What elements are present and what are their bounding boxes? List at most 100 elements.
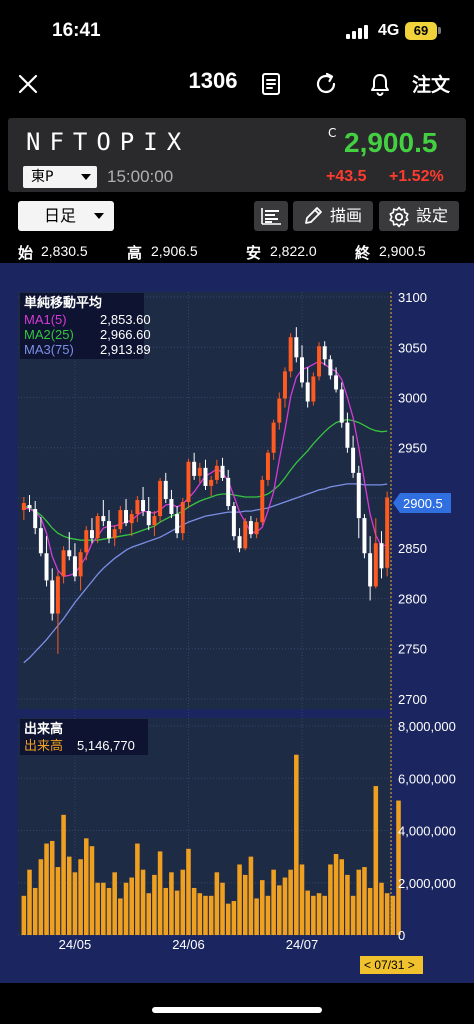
- settings-label: 設定: [416, 206, 449, 225]
- volume-tick-label: 6,000,000: [398, 771, 456, 786]
- caret-down-icon: [94, 213, 104, 219]
- volume-bar: [259, 880, 265, 935]
- candle-body: [214, 465, 219, 480]
- network-type: 4G: [378, 22, 400, 39]
- battery-level: 69: [413, 23, 429, 38]
- battery-icon: 69: [405, 22, 437, 40]
- candle-body: [339, 389, 344, 423]
- volume-bar: [157, 851, 163, 935]
- quote-panel: NFTOPIX 東P 15:00:00 C 2,900.5 +43.5 +1.5…: [8, 118, 466, 192]
- volume-bar: [44, 843, 49, 935]
- chart-area[interactable]: 27002750280028502900295030003050310002,0…: [0, 263, 474, 983]
- volume-bar: [265, 895, 271, 935]
- bell-icon[interactable]: [367, 71, 393, 97]
- candle-body: [305, 382, 310, 402]
- refresh-icon[interactable]: [313, 71, 339, 97]
- volume-bar: [362, 867, 367, 935]
- volume-bar: [84, 838, 89, 935]
- candle-body: [385, 497, 390, 568]
- volume-bar: [220, 882, 225, 935]
- volume-bar: [208, 895, 214, 935]
- candle-body: [248, 521, 253, 535]
- candle-body: [129, 514, 134, 524]
- volume-bar: [169, 872, 174, 935]
- quote-time: 15:00:00: [107, 167, 174, 186]
- period-select[interactable]: 日足: [18, 201, 114, 231]
- candle-body: [107, 521, 111, 539]
- close-icon[interactable]: [14, 70, 42, 98]
- candle-body: [220, 465, 225, 478]
- volume-bar: [237, 864, 242, 935]
- candle-body: [169, 498, 174, 515]
- candle-body: [328, 359, 333, 376]
- open-label: 始: [18, 245, 34, 262]
- market-select[interactable]: 東P: [23, 166, 97, 188]
- volume-legend-title: 出来高: [24, 721, 63, 737]
- date-tick-label: 24/07: [286, 937, 319, 952]
- indicator-list-button[interactable]: [254, 201, 288, 231]
- volume-tick-label: 2,000,000: [398, 876, 456, 891]
- volume-bar: [140, 869, 146, 935]
- price-tick-label: 2950: [398, 441, 427, 456]
- candle-body: [55, 576, 60, 614]
- chart-toolbar: 日足 描画 設定: [0, 196, 474, 238]
- candle-body: [260, 479, 265, 523]
- settings-button[interactable]: 設定: [379, 201, 459, 231]
- order-button[interactable]: 注文: [412, 70, 450, 97]
- candle-body: [118, 510, 123, 530]
- ma2-value: 2,966.60: [100, 327, 151, 342]
- candle-body: [38, 528, 43, 554]
- volume-bar: [248, 856, 254, 935]
- candle-body: [67, 550, 72, 557]
- volume-legend-value: 5,146,770: [77, 738, 135, 753]
- date-tick-label: 24/06: [172, 937, 205, 952]
- close-label: 終: [355, 245, 371, 262]
- volume-bar: [112, 872, 117, 935]
- document-icon[interactable]: [258, 71, 284, 97]
- volume-bar: [89, 846, 95, 935]
- candle-body: [158, 480, 163, 517]
- volume-bar: [328, 864, 333, 935]
- candle-body: [61, 550, 66, 577]
- volume-bar: [49, 840, 55, 935]
- candle-body: [141, 499, 146, 512]
- gear-icon: [389, 206, 409, 228]
- volume-bar: [186, 848, 191, 935]
- volume-bar: [367, 887, 373, 935]
- volume-bar: [282, 877, 288, 935]
- volume-bar: [163, 887, 169, 935]
- stock-chart[interactable]: 27002750280028502900295030003050310002,0…: [0, 263, 474, 983]
- volume-bar: [373, 786, 379, 935]
- candle-body: [175, 514, 180, 534]
- candle-body: [135, 499, 140, 515]
- draw-button[interactable]: 描画: [293, 201, 373, 231]
- caret-down-icon: [81, 174, 91, 180]
- volume-bar: [129, 877, 134, 935]
- volume-tick-label: 8,000,000: [398, 719, 456, 734]
- volume-bar: [61, 814, 66, 935]
- volume-bar: [55, 867, 61, 935]
- volume-bar: [316, 893, 322, 935]
- candle-body: [203, 467, 208, 486]
- ma3-value: 2,913.89: [100, 342, 151, 357]
- cellular-signal-icon: [346, 24, 372, 39]
- volume-bar: [231, 901, 237, 935]
- candle-body: [146, 511, 151, 526]
- candle-body: [271, 422, 276, 453]
- candle-body: [379, 543, 384, 569]
- market-value: 東P: [31, 169, 54, 185]
- candle-body: [300, 357, 304, 383]
- current-price: 2,900.5: [344, 127, 438, 158]
- candle-body: [33, 509, 38, 529]
- stock-name: NFTOPIX: [26, 128, 191, 156]
- volume-tick-label: 0: [398, 928, 405, 943]
- volume-bar: [32, 887, 38, 935]
- candle-body: [345, 422, 350, 448]
- volume-bar: [288, 869, 293, 935]
- price-change-percent: +1.52%: [389, 168, 444, 185]
- volume-bar: [118, 898, 123, 935]
- volume-bar: [294, 754, 299, 935]
- date-tick-label: 24/05: [59, 937, 92, 952]
- candle-body: [101, 516, 106, 522]
- candle-body: [72, 556, 77, 577]
